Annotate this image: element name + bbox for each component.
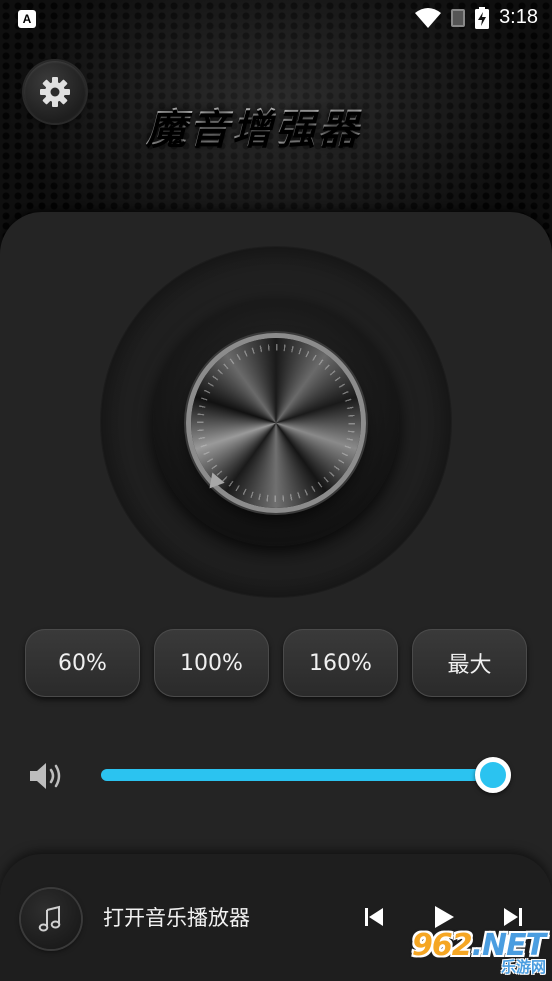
preset-group: 60% 100% 160% 最大 xyxy=(25,629,528,697)
volume-slider-fill xyxy=(101,769,493,781)
sim-icon xyxy=(451,8,466,27)
volume-slider[interactable] xyxy=(101,769,501,781)
preset-100-button[interactable]: 100% xyxy=(154,629,269,697)
gear-icon xyxy=(40,77,70,107)
preset-160-button[interactable]: 160% xyxy=(283,629,398,697)
site-watermark: 962.NET 乐游网 xyxy=(412,928,548,978)
settings-button[interactable] xyxy=(24,61,86,123)
open-player-label[interactable]: 打开音乐播放器 xyxy=(103,902,250,932)
preset-60-button[interactable]: 60% xyxy=(25,629,140,697)
knob-tick-marks xyxy=(197,344,355,502)
status-bar: A 3:18 xyxy=(0,0,552,38)
clock: 3:18 xyxy=(499,6,538,28)
volume-slider-thumb[interactable] xyxy=(475,757,511,793)
watermark-subtext: 乐游网 xyxy=(500,958,546,976)
music-player-button[interactable] xyxy=(21,889,81,949)
music-note-icon xyxy=(38,905,61,932)
previous-icon[interactable] xyxy=(362,903,386,931)
speaker-icon xyxy=(30,763,61,789)
battery-charging-icon xyxy=(475,6,490,29)
notification-badge: A xyxy=(18,10,36,28)
app-title: 魔音增强器 xyxy=(146,96,416,154)
preset-max-button[interactable]: 最大 xyxy=(412,629,527,697)
next-icon[interactable] xyxy=(501,903,525,931)
wifi-icon xyxy=(415,7,442,28)
play-icon[interactable] xyxy=(432,903,456,931)
